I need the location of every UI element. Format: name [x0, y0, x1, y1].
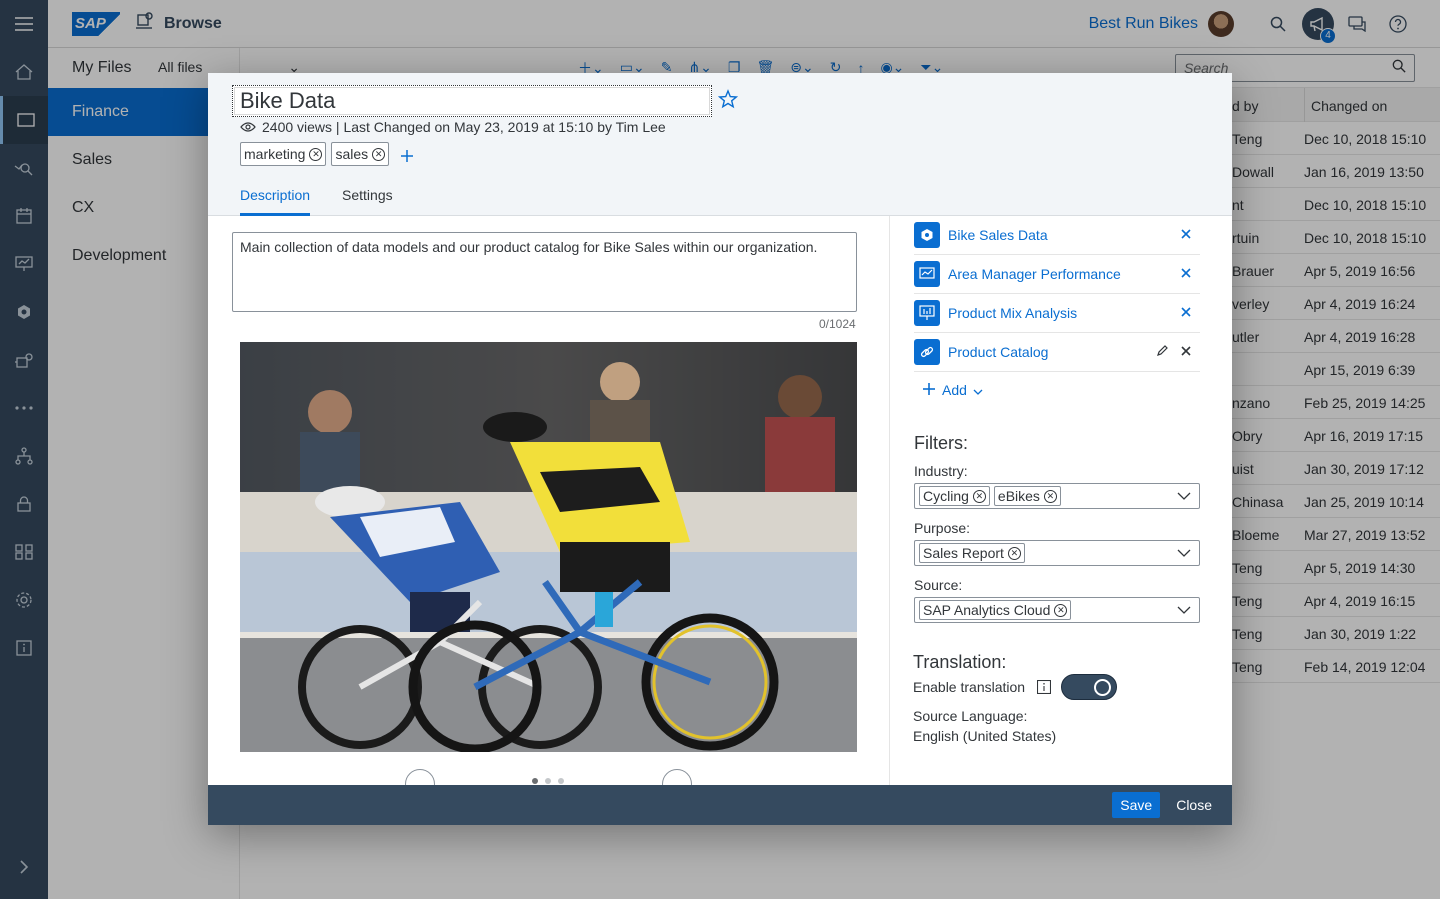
linked-model-item[interactable]: Area Manager Performance — [914, 255, 1200, 294]
purpose-multi-combobox[interactable]: Sales Report ✕ — [914, 540, 1200, 566]
remove-token-icon[interactable]: ✕ — [1054, 603, 1068, 617]
carousel-dot[interactable] — [558, 778, 564, 784]
remove-icon[interactable] — [1180, 266, 1194, 280]
remove-tag-icon[interactable]: ✕ — [372, 147, 386, 161]
filter-token-label: SAP Analytics Cloud — [923, 602, 1051, 618]
add-label: Add — [942, 382, 967, 398]
dialog-footer: Save Close — [208, 785, 1232, 825]
story-icon — [914, 261, 940, 287]
filter-token[interactable]: SAP Analytics Cloud ✕ — [919, 600, 1072, 620]
enable-translation-label: Enable translation — [913, 679, 1026, 695]
character-counter: 0/1024 — [819, 317, 856, 331]
filter-token-label: Cycling — [923, 488, 969, 504]
tab-description[interactable]: Description — [240, 183, 311, 216]
tag-token[interactable]: marketing ✕ — [240, 142, 327, 166]
remove-icon[interactable] — [1180, 344, 1194, 358]
filter-token[interactable]: Sales Report ✕ — [919, 543, 1025, 563]
linked-model-label[interactable]: Bike Sales Data — [948, 227, 1048, 243]
purpose-label: Purpose: — [914, 520, 971, 536]
tag-list: marketing ✕ sales ✕ — [240, 142, 416, 166]
cyclists-image — [240, 342, 857, 752]
switch-knob — [1094, 679, 1111, 696]
remove-token-icon[interactable]: ✕ — [1007, 546, 1021, 560]
source-language-label: Source Language: — [913, 708, 1028, 724]
body-divider — [889, 216, 890, 785]
filter-token-label: eBikes — [997, 488, 1040, 504]
filter-token[interactable]: eBikes ✕ — [993, 486, 1061, 506]
filter-token[interactable]: Cycling ✕ — [919, 486, 990, 506]
source-label: Source: — [914, 577, 963, 593]
presentation-icon — [914, 300, 940, 326]
tag-label: sales — [335, 146, 369, 162]
linked-model-label[interactable]: Product Catalog — [948, 344, 1048, 360]
dataset-icon — [914, 222, 940, 248]
carousel-dot[interactable] — [545, 778, 551, 784]
close-button[interactable]: Close — [1166, 792, 1222, 818]
chevron-down-icon — [973, 382, 983, 398]
add-tag-icon[interactable] — [400, 146, 416, 162]
linked-model-label[interactable]: Area Manager Performance — [948, 266, 1121, 282]
translation-switch[interactable] — [1061, 674, 1117, 700]
industry-multi-combobox[interactable]: Cycling ✕ eBikes ✕ — [914, 483, 1200, 509]
dialog-tabs: Description Settings — [240, 183, 393, 216]
title-input[interactable]: Bike Data — [232, 85, 712, 117]
remove-tag-icon[interactable]: ✕ — [309, 147, 323, 161]
meta-text: 2400 views | Last Changed on May 23, 201… — [262, 119, 666, 135]
linked-model-item[interactable]: Bike Sales Data — [914, 216, 1200, 255]
chevron-down-icon[interactable] — [1177, 489, 1191, 503]
remove-icon[interactable] — [1180, 305, 1194, 319]
carousel-page-indicator — [532, 778, 564, 784]
remove-token-icon[interactable]: ✕ — [972, 489, 986, 503]
eye-icon — [240, 119, 256, 135]
chevron-down-icon[interactable] — [1177, 546, 1191, 560]
favorite-star-icon[interactable] — [717, 89, 740, 111]
translation-title: Translation: — [913, 652, 1007, 672]
linked-model-item[interactable]: Product Mix Analysis — [914, 294, 1200, 333]
linked-model-item[interactable]: Product Catalog — [914, 333, 1200, 372]
info-icon[interactable] — [1036, 679, 1052, 697]
filters-title: Filters: — [914, 433, 968, 453]
dialog-header: Bike Data 2400 views | Last Changed on M… — [208, 73, 1232, 216]
chevron-down-icon[interactable] — [1177, 603, 1191, 617]
add-model-button[interactable]: Add — [914, 372, 1200, 408]
description-textarea[interactable]: Main collection of data models and our p… — [232, 232, 857, 312]
plus-icon — [922, 382, 936, 399]
save-button[interactable]: Save — [1112, 792, 1161, 818]
source-multi-combobox[interactable]: SAP Analytics Cloud ✕ — [914, 597, 1200, 623]
tag-token[interactable]: sales ✕ — [331, 142, 390, 166]
tab-settings[interactable]: Settings — [342, 183, 393, 216]
industry-label: Industry: — [914, 463, 968, 479]
file-meta: 2400 views | Last Changed on May 23, 201… — [240, 119, 666, 135]
file-details-dialog: Bike Data 2400 views | Last Changed on M… — [208, 73, 1232, 825]
source-language-value: English (United States) — [913, 728, 1057, 744]
enable-translation-row: Enable translation — [913, 679, 1052, 697]
linked-models-list: Bike Sales Data Area Manager Performance… — [914, 216, 1200, 408]
tag-label: marketing — [244, 146, 306, 162]
dialog-body: Main collection of data models and our p… — [208, 216, 1232, 799]
remove-token-icon[interactable]: ✕ — [1043, 489, 1057, 503]
filter-token-label: Sales Report — [923, 545, 1004, 561]
linked-model-label[interactable]: Product Mix Analysis — [948, 305, 1077, 321]
link-icon — [914, 339, 940, 365]
remove-icon[interactable] — [1180, 227, 1194, 241]
pencil-icon[interactable] — [1156, 344, 1170, 358]
carousel-dot[interactable] — [532, 778, 538, 784]
